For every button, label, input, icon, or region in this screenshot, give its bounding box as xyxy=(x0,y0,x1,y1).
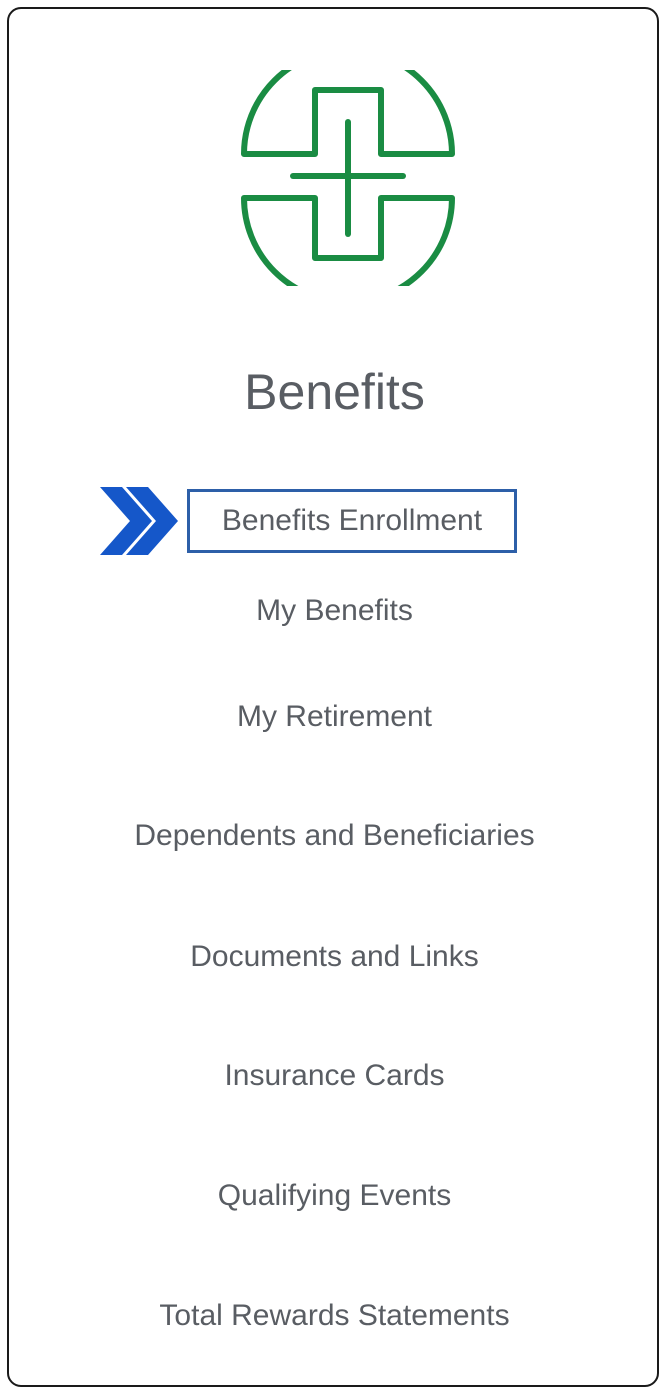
menu-item-insurance-cards[interactable]: Insurance Cards xyxy=(0,1056,669,1096)
menu-item-benefits-enrollment[interactable]: Benefits Enrollment xyxy=(187,489,517,553)
page-title: Benefits xyxy=(244,364,425,420)
menu-item-qualifying-events[interactable]: Qualifying Events xyxy=(0,1176,669,1216)
menu-item-my-retirement[interactable]: My Retirement xyxy=(0,697,669,737)
menu-item-dependents-and-beneficiaries[interactable]: Dependents and Beneficiaries xyxy=(0,816,669,856)
menu-item-my-benefits[interactable]: My Benefits xyxy=(0,591,669,631)
menu-item-documents-and-links[interactable]: Documents and Links xyxy=(0,937,669,977)
menu-item-total-rewards-statements[interactable]: Total Rewards Statements xyxy=(0,1296,669,1336)
double-chevron-right-icon xyxy=(100,487,178,555)
benefits-cross-logo-icon xyxy=(241,70,455,286)
